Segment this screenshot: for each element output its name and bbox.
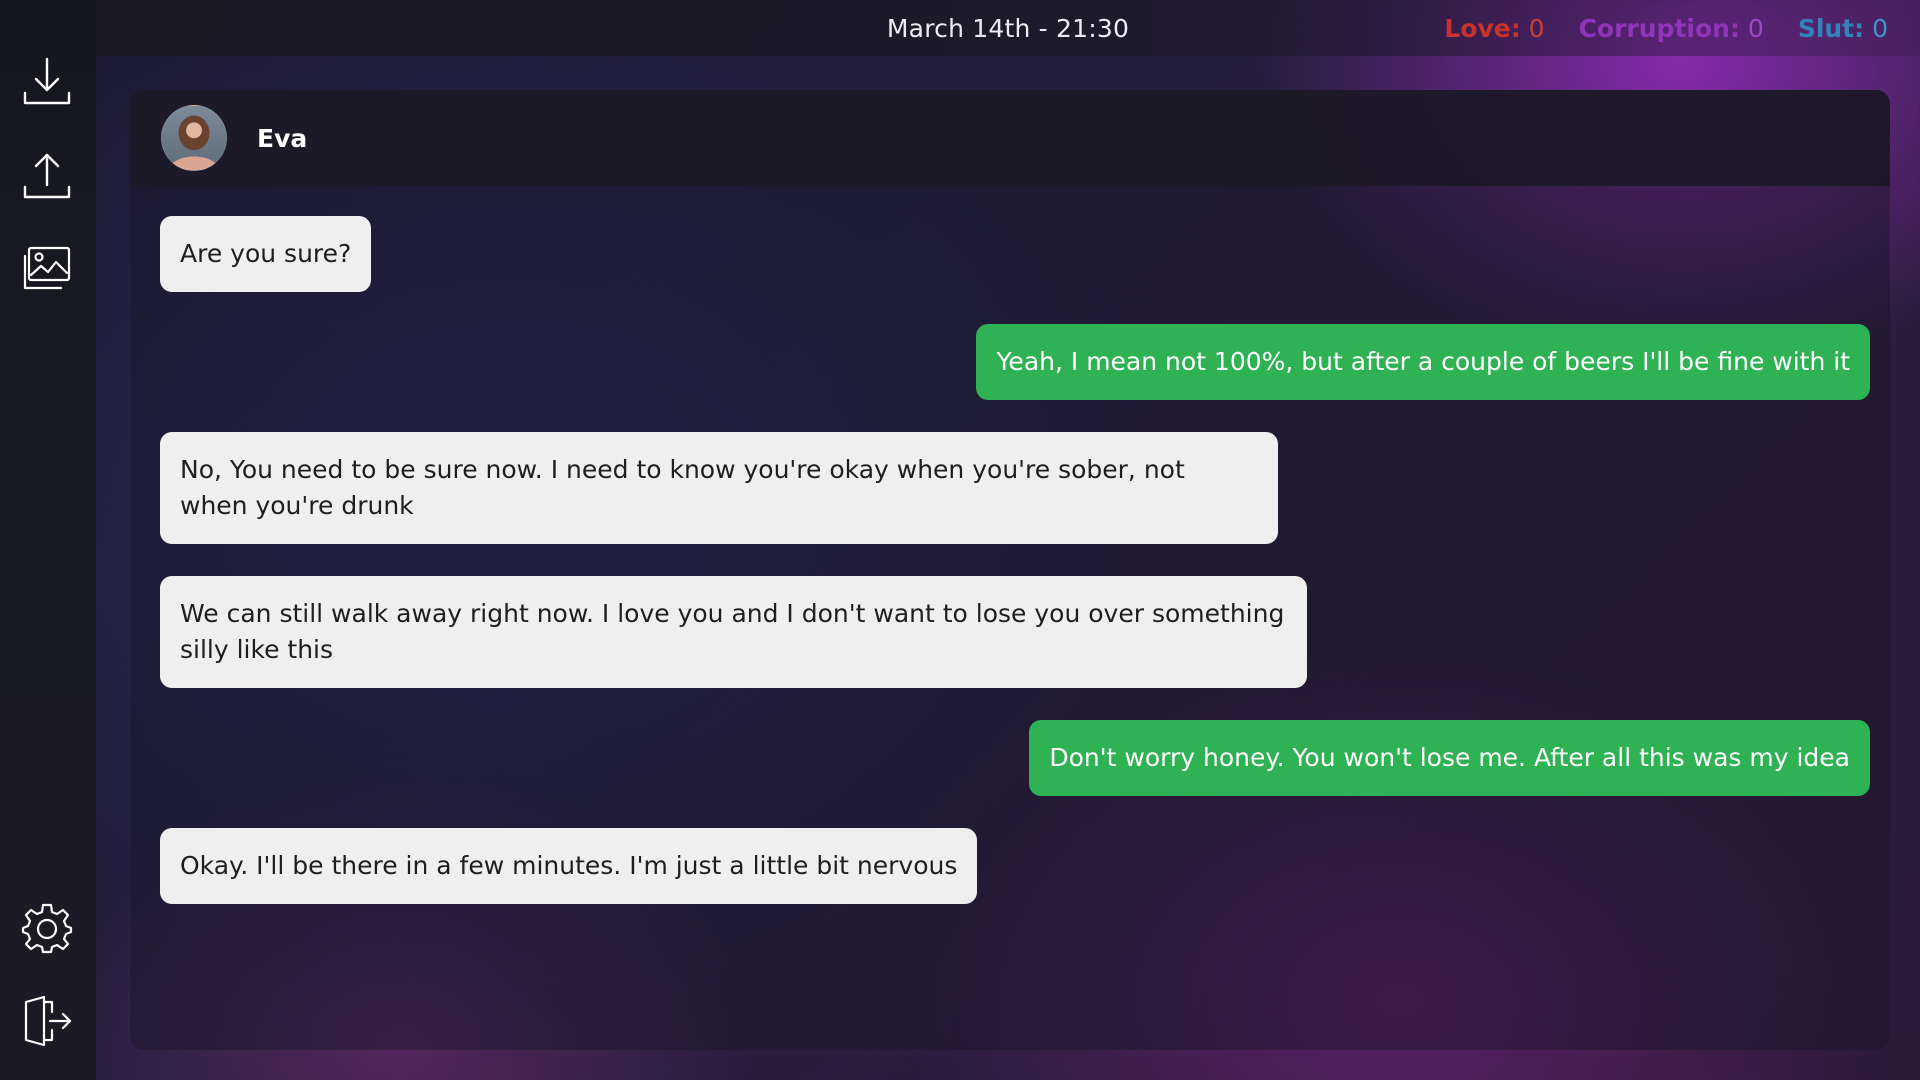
love-stat-value: 0: [1528, 14, 1545, 43]
gallery-button[interactable]: [18, 240, 76, 298]
message-bubble-incoming: Are you sure?: [160, 216, 372, 292]
slut-stat-value: 0: [1872, 14, 1888, 43]
corruption-stat-label: Corruption:: [1578, 14, 1740, 43]
settings-button[interactable]: [18, 899, 76, 957]
top-bar: March 14th - 21:30 Love: 0 Corruption: 0…: [0, 0, 1920, 56]
exit-icon: [24, 995, 72, 1047]
exit-button[interactable]: [18, 992, 76, 1050]
save-button[interactable]: [18, 51, 76, 109]
corruption-stat-value: 0: [1747, 14, 1764, 43]
avatar: [161, 105, 227, 171]
load-button[interactable]: [18, 145, 76, 203]
gear-icon: [21, 903, 73, 954]
chat-panel: Eva Are you sure? Yeah, I mean not 100%,…: [130, 90, 1890, 1050]
message-bubble-outgoing: Don't worry honey. You won't lose me. Af…: [1029, 720, 1870, 796]
stats-bar: Love: 0 Corruption: 0 Slut: 0: [1444, 14, 1888, 43]
message-bubble-incoming: No, You need to be sure now. I need to k…: [160, 432, 1278, 544]
download-icon: [23, 57, 71, 105]
gallery-icon: [23, 246, 71, 290]
slut-stat: Slut: 0: [1798, 14, 1888, 43]
contact-name: Eva: [257, 123, 308, 153]
sidebar: [0, 0, 96, 1080]
upload-icon: [23, 153, 71, 199]
slut-stat-label: Slut:: [1797, 14, 1865, 43]
message-bubble-incoming: Okay. I'll be there in a few minutes. I'…: [160, 828, 978, 904]
love-stat: Love: 0: [1444, 14, 1544, 43]
message-bubble-incoming: We can still walk away right now. I love…: [160, 576, 1307, 688]
chat-header: Eva: [130, 90, 1890, 186]
love-stat-label: Love:: [1444, 14, 1521, 43]
corruption-stat: Corruption: 0: [1579, 14, 1764, 43]
message-bubble-outgoing: Yeah, I mean not 100%, but after a coupl…: [976, 324, 1870, 400]
